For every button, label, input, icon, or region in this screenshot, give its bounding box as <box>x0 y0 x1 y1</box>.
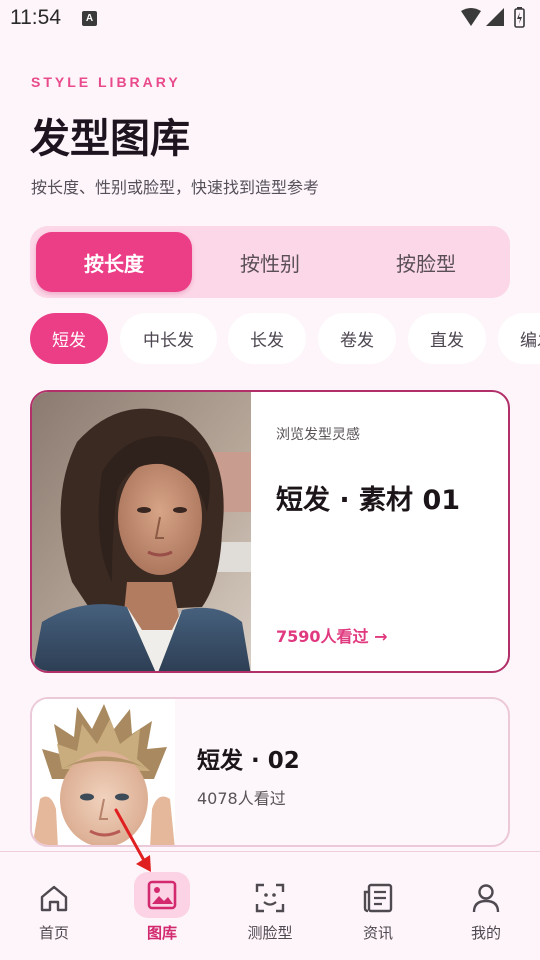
nav-home[interactable]: 首页 <box>0 852 108 960</box>
chip-medium-hair[interactable]: 中长发 <box>120 313 217 364</box>
featured-hairstyle-card[interactable]: 浏览发型灵感 短发 · 素材 01 7590人看过 → <box>30 390 510 673</box>
news-icon <box>356 876 400 920</box>
chip-curly-hair[interactable]: 卷发 <box>318 313 396 364</box>
wifi-icon <box>461 8 481 26</box>
card-title: 短发 · 02 <box>197 748 300 774</box>
nav-label: 测脸型 <box>247 924 293 942</box>
nav-news[interactable]: 资讯 <box>324 852 432 960</box>
face-scan-icon <box>248 876 292 920</box>
filter-mode-segmented-control: 按长度 按性别 按脸型 <box>30 226 510 298</box>
card-eyebrow: 浏览发型灵感 <box>276 427 360 443</box>
segment-by-gender[interactable]: 按性别 <box>192 232 348 292</box>
hairstyle-card[interactable]: 短发 · 02 4078人看过 <box>30 697 510 847</box>
card-title: 短发 · 素材 01 <box>276 485 461 516</box>
bottom-navigation: 首页 图库 测脸型 资讯 我的 <box>0 851 540 960</box>
status-time: 11:54 <box>10 6 61 29</box>
hair-length-chips: 短发 中长发 长发 卷发 直发 编发 <box>30 313 540 365</box>
chip-short-hair[interactable]: 短发 <box>30 313 108 364</box>
chip-straight-hair[interactable]: 直发 <box>408 313 486 364</box>
view-count: 4078人看过 <box>197 789 286 808</box>
battery-icon <box>514 7 525 28</box>
nav-label: 图库 <box>146 924 177 942</box>
pointer-arrow-icon <box>114 808 151 872</box>
nav-face-scan[interactable]: 测脸型 <box>216 852 324 960</box>
home-icon <box>32 876 76 920</box>
gallery-icon <box>134 872 190 918</box>
nav-label: 资讯 <box>362 924 393 942</box>
page-title: 发型图库 <box>30 116 190 162</box>
view-count-link[interactable]: 7590人看过 → <box>276 623 388 647</box>
segment-by-face-shape[interactable]: 按脸型 <box>348 232 504 292</box>
chip-braided-hair[interactable]: 编发 <box>498 313 540 364</box>
nav-label: 我的 <box>470 924 501 942</box>
nav-label: 首页 <box>38 924 69 942</box>
notification-icon: A <box>82 11 97 26</box>
cellular-signal-icon <box>486 8 504 26</box>
nav-profile[interactable]: 我的 <box>432 852 540 960</box>
system-status-icons <box>460 7 530 29</box>
segment-by-length[interactable]: 按长度 <box>36 232 192 292</box>
chip-long-hair[interactable]: 长发 <box>228 313 306 364</box>
section-kicker: STYLE LIBRARY <box>31 74 181 90</box>
page-subtitle: 按长度、性别或脸型，快速找到造型参考 <box>31 178 320 197</box>
profile-icon <box>464 876 508 920</box>
hairstyle-photo <box>32 392 251 671</box>
status-bar: 11:54 A <box>0 0 540 38</box>
